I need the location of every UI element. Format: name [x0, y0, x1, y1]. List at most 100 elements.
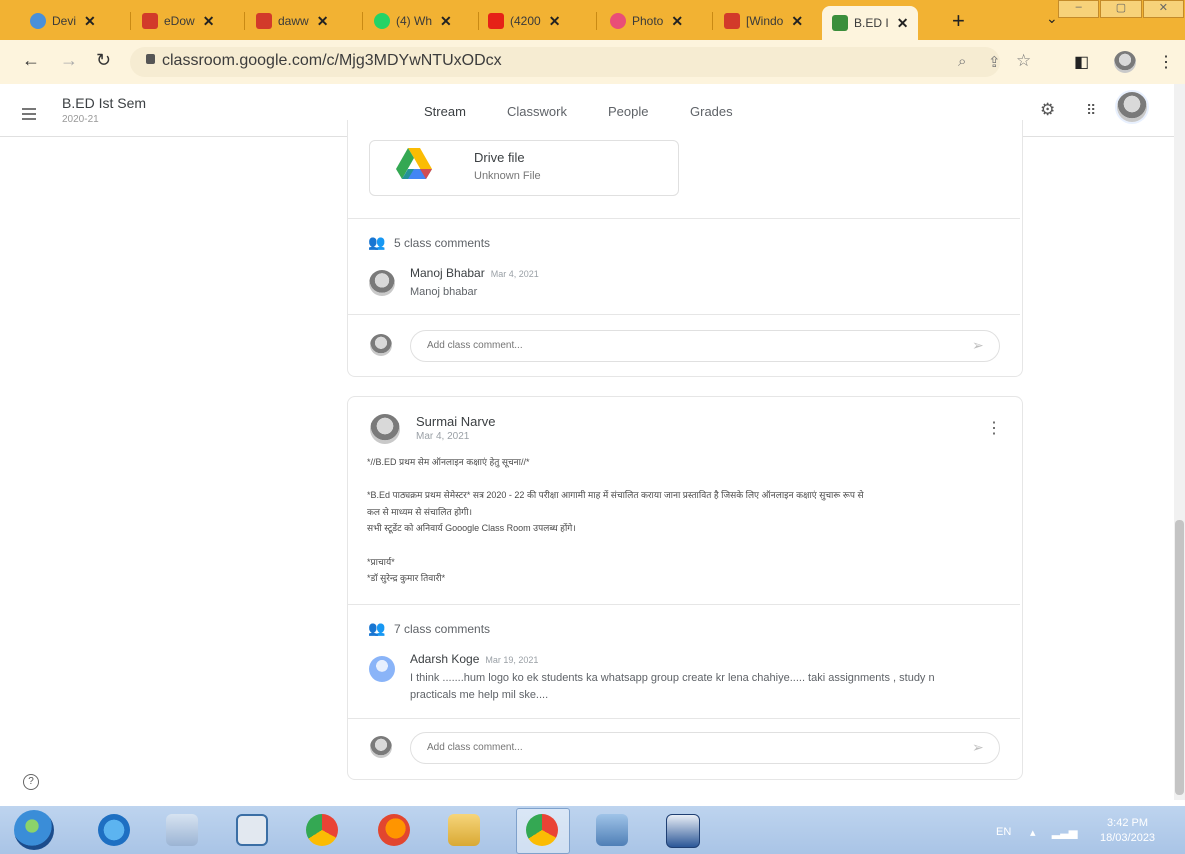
tab-stream[interactable]: Stream — [424, 104, 466, 119]
url-text[interactable]: classroom.google.com/c/Mjg3MDYwNTUxODcx — [162, 52, 502, 70]
whatsapp-icon — [374, 13, 390, 29]
maximize-button[interactable]: ▢ — [1100, 0, 1142, 18]
post-body-line: *//B.ED प्रथम सेम ऑनलाइन कक्षाएं हेतु सू… — [367, 457, 530, 467]
browser-tab-4[interactable]: (4) Wh ✕ — [374, 6, 452, 36]
chrome-icon[interactable] — [306, 814, 338, 846]
post-options-kebab-icon[interactable]: ⋮ — [986, 418, 1002, 438]
tab-grades[interactable]: Grades — [690, 104, 733, 119]
share-icon[interactable]: ⇪ — [988, 53, 1001, 71]
close-icon[interactable]: ✕ — [84, 13, 96, 30]
comment-author: Adarsh Koge Mar 19, 2021 — [410, 652, 538, 666]
browser-tab-active[interactable]: B.ED I ✕ — [822, 6, 919, 40]
comment-field[interactable] — [425, 741, 949, 754]
comment-text: I think .......hum logo ko ek students k… — [410, 672, 935, 684]
network-app-icon[interactable] — [166, 814, 198, 846]
class-comment-input[interactable] — [410, 330, 1000, 362]
tab-search-icon[interactable]: ⌄ — [1046, 10, 1058, 27]
reload-icon[interactable]: ↻ — [96, 50, 111, 71]
comment-author: Manoj Bhabar Mar 4, 2021 — [410, 266, 539, 280]
divider — [348, 218, 1020, 219]
tab-label: Photo — [632, 14, 664, 28]
google-drive-icon — [396, 148, 432, 179]
post-body-line: सभी स्टूडेंट को अनिवार्य Gooogle Class R… — [367, 523, 576, 533]
tab-classwork[interactable]: Classwork — [507, 104, 567, 119]
close-icon[interactable]: ✕ — [549, 13, 561, 30]
author-avatar — [370, 414, 400, 444]
hamburger-menu-icon[interactable] — [22, 108, 36, 123]
file-explorer-icon[interactable] — [448, 814, 480, 846]
comment-text: Manoj bhabar — [410, 286, 478, 298]
zoom-icon[interactable]: ⌕ — [958, 53, 966, 70]
chrome-icon[interactable] — [526, 814, 558, 846]
tab-label: eDow — [164, 14, 195, 28]
start-button[interactable] — [14, 810, 54, 850]
tab-label: [Windo — [746, 14, 784, 28]
apps-grid-icon[interactable]: ⠿ — [1086, 102, 1096, 119]
internet-explorer-icon[interactable] — [98, 814, 130, 846]
browser-tab-6[interactable]: Photo ✕ — [610, 6, 683, 36]
browser-tab-7[interactable]: [Windo ✕ — [724, 6, 803, 36]
close-icon[interactable]: ✕ — [791, 13, 803, 30]
browser-tab-2[interactable]: eDow ✕ — [142, 6, 214, 36]
close-icon[interactable]: ✕ — [897, 15, 909, 32]
send-icon[interactable]: ➢ — [972, 739, 984, 756]
close-icon[interactable]: ✕ — [317, 13, 329, 30]
settings-gear-icon[interactable]: ⚙ — [1040, 100, 1055, 120]
tab-separator — [244, 12, 245, 30]
class-name[interactable]: B.ED Ist Sem — [62, 95, 146, 111]
minimize-button[interactable]: – — [1058, 0, 1100, 18]
user-avatar — [370, 334, 392, 356]
tray-arrow-icon[interactable]: ▴ — [1030, 826, 1036, 839]
side-panel-icon[interactable]: ◧ — [1074, 52, 1089, 72]
class-comments-link[interactable]: 5 class comments — [394, 236, 490, 250]
menu-kebab-icon[interactable]: ⋮ — [1158, 52, 1174, 72]
firefox-icon[interactable] — [378, 814, 410, 846]
account-avatar[interactable] — [1117, 92, 1147, 122]
browser-tab-3[interactable]: daww ✕ — [256, 6, 328, 36]
scrollbar-thumb[interactable] — [1175, 520, 1184, 795]
comment-date: Mar 19, 2021 — [485, 655, 539, 665]
tab-separator — [478, 12, 479, 30]
comment-field[interactable] — [425, 339, 949, 352]
divider — [348, 604, 1020, 605]
back-icon[interactable]: ← — [22, 50, 40, 71]
divider — [348, 314, 1020, 315]
clock-date: 18/03/2023 — [1100, 832, 1156, 844]
divider — [348, 718, 1020, 719]
close-window-button[interactable]: ✕ — [1142, 0, 1184, 18]
word-icon[interactable] — [666, 814, 700, 848]
close-icon[interactable]: ✕ — [671, 13, 683, 30]
new-tab-button[interactable]: + — [952, 8, 965, 34]
tab-label: (4) Wh — [396, 14, 432, 28]
browser-tab-1[interactable]: Devi ✕ — [30, 6, 96, 36]
post-body-line: *प्राचार्य* — [367, 557, 395, 567]
monitor-app-icon[interactable] — [596, 814, 628, 846]
help-icon[interactable]: ? — [23, 774, 39, 790]
tab-separator — [712, 12, 713, 30]
people-icon: 👥 — [368, 620, 386, 636]
browser-tab-5[interactable]: (4200 ✕ — [488, 6, 560, 36]
post-author: Surmai Narve — [416, 414, 496, 429]
comment-author-name: Manoj Bhabar — [410, 266, 485, 280]
close-icon[interactable]: ✕ — [203, 13, 215, 30]
profile-avatar[interactable] — [1114, 51, 1136, 73]
tab-separator — [130, 12, 131, 30]
class-comments-link[interactable]: 7 class comments — [394, 622, 490, 636]
media-player-icon[interactable] — [236, 814, 268, 846]
post-date: Mar 4, 2021 — [416, 431, 470, 442]
send-icon[interactable]: ➢ — [972, 337, 984, 354]
class-comment-input[interactable] — [410, 732, 1000, 764]
close-icon[interactable]: ✕ — [440, 13, 452, 30]
post-body-line: कल से माध्यम से संचालित होगी। — [367, 507, 472, 517]
tab-separator — [362, 12, 363, 30]
post-body-line: *B.Ed पाठ्यक्रम प्रथम सेमेस्टर* सत्र 202… — [367, 490, 864, 500]
tab-label: Devi — [52, 14, 77, 28]
tab-people[interactable]: People — [608, 104, 648, 119]
people-icon: 👥 — [368, 234, 386, 250]
system-clock[interactable]: 3:42 PM 18/03/2023 — [1100, 816, 1155, 846]
signal-icon[interactable]: ▂▃▅ — [1052, 826, 1077, 839]
bookmark-star-icon[interactable]: ☆ — [1016, 51, 1031, 71]
language-indicator[interactable]: EN — [996, 826, 1011, 838]
forward-icon[interactable]: → — [60, 50, 78, 71]
lock-icon[interactable] — [146, 54, 155, 64]
